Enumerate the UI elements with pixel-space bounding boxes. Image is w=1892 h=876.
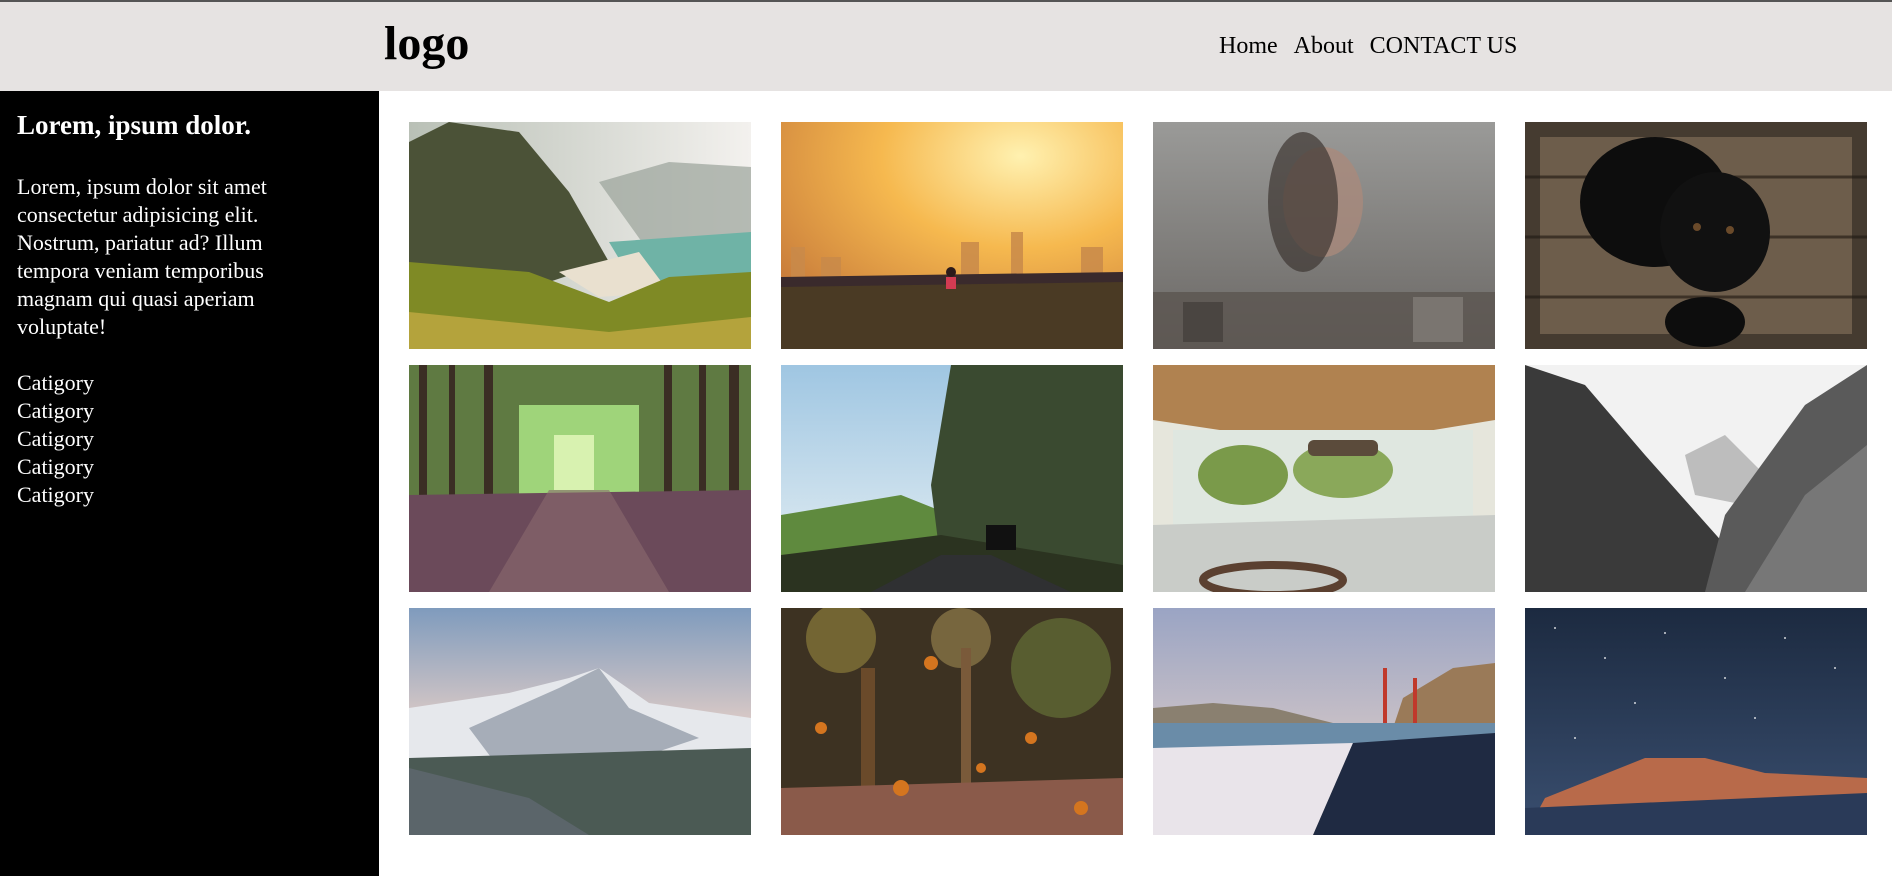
main-nav: Home About CONTACT US <box>1219 34 1517 58</box>
forest-path-photo[interactable] <box>409 365 751 592</box>
autumn-leaves-photo[interactable] <box>781 608 1123 835</box>
sidebar: Lorem, ipsum dolor. Lorem, ipsum dolor s… <box>0 91 379 876</box>
category-item[interactable]: Catigory <box>17 369 94 397</box>
sidebar-description: Lorem, ipsum dolor sit amet consectetur … <box>17 174 267 339</box>
cliff-road-photo[interactable] <box>781 365 1123 592</box>
nav-home-link[interactable]: Home <box>1219 34 1278 58</box>
nav-about-link[interactable]: About <box>1294 34 1354 58</box>
starry-night-photo[interactable] <box>1525 608 1867 835</box>
nav-contact-link[interactable]: CONTACT US <box>1370 34 1518 58</box>
sidebar-title: Lorem, ipsum dolor. <box>17 110 252 140</box>
category-item[interactable]: Catigory <box>17 481 94 509</box>
category-item[interactable]: Catigory <box>17 425 94 453</box>
snowy-mountain-photo[interactable] <box>409 608 751 835</box>
site-header: logo Home About CONTACT US <box>0 2 1892 91</box>
woman-window-photo[interactable] <box>1153 122 1495 349</box>
misty-valley-photo[interactable] <box>1525 365 1867 592</box>
site-logo[interactable]: logo <box>384 20 469 68</box>
sunset-runner-photo[interactable] <box>781 122 1123 349</box>
mountain-beach-photo[interactable] <box>409 122 751 349</box>
black-puppy-photo[interactable] <box>1525 122 1867 349</box>
category-list: Catigory Catigory Catigory Catigory Cati… <box>17 369 94 509</box>
photo-gallery <box>409 122 1867 835</box>
category-item[interactable]: Catigory <box>17 453 94 481</box>
category-item[interactable]: Catigory <box>17 397 94 425</box>
golden-gate-beach-photo[interactable] <box>1153 608 1495 835</box>
vintage-car-interior-photo[interactable] <box>1153 365 1495 592</box>
